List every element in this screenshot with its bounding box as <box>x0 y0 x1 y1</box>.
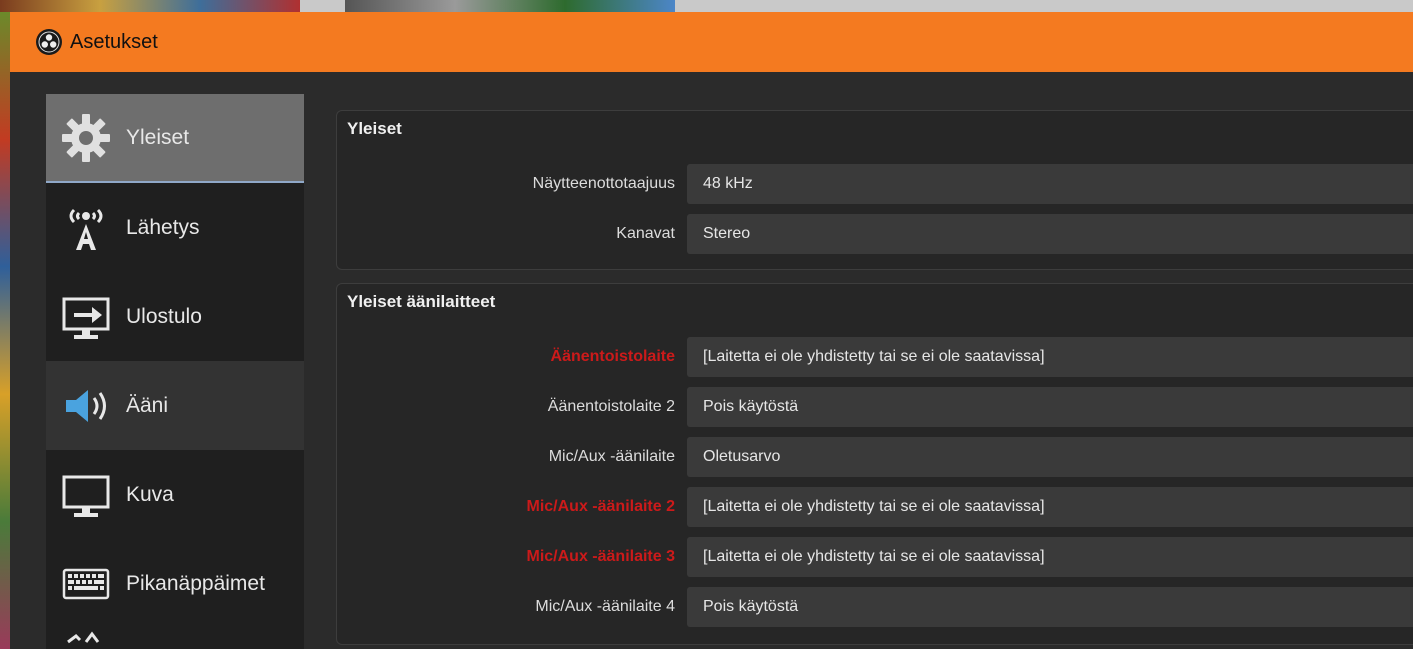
row-label: Mic/Aux -äänilaite 2 <box>526 498 676 515</box>
sidebar-item-label: Pikanäppäimet <box>126 571 265 595</box>
row-label: Mic/Aux -äänilaite 4 <box>535 598 675 615</box>
sidebar-item-hotkeys[interactable]: Pikanäppäimet <box>46 539 304 628</box>
sidebar-item-audio[interactable]: Ääni <box>46 361 304 450</box>
advanced-icon <box>54 628 118 649</box>
monitor-icon <box>54 467 118 523</box>
title-bar[interactable]: Asetukset <box>10 12 1413 72</box>
obs-app-icon <box>36 29 62 55</box>
mic-aux-3-select[interactable]: [Laitetta ei ole yhdistetty tai se ei ol… <box>687 537 1413 577</box>
row-label: Äänentoistolaite 2 <box>547 398 675 415</box>
desktop-audio-select[interactable]: [Laitetta ei ole yhdistetty tai se ei ol… <box>687 337 1413 377</box>
sidebar-item-label: Lähetys <box>126 215 200 239</box>
desktop-audio-2-select[interactable]: Pois käytöstä <box>687 387 1413 427</box>
channels-select[interactable]: Stereo <box>687 214 1413 254</box>
mic-aux-3-row: Mic/Aux -äänilaite 3 [Laitetta ei ole yh… <box>337 537 1413 577</box>
global-audio-devices-group: Yleiset äänilaitteet Äänentoistolaite [L… <box>336 283 1413 645</box>
desktop-audio-2-row: Äänentoistolaite 2 Pois käytöstä <box>337 387 1413 427</box>
window-title: Asetukset <box>70 30 158 53</box>
desktop-audio-row: Äänentoistolaite [Laitetta ei ole yhdist… <box>337 337 1413 377</box>
sample-rate-select[interactable]: 48 kHz <box>687 164 1413 204</box>
mic-aux-4-select[interactable]: Pois käytöstä <box>687 587 1413 627</box>
group-title: Yleiset <box>347 119 402 138</box>
mic-aux-2-select[interactable]: [Laitetta ei ole yhdistetty tai se ei ol… <box>687 487 1413 527</box>
sidebar-item-stream[interactable]: Lähetys <box>46 183 304 272</box>
broadcast-antenna-icon <box>54 200 118 256</box>
desktop-thumbnail <box>345 0 675 12</box>
sidebar-item-general[interactable]: Yleiset <box>46 94 304 183</box>
sample-rate-row: Näytteenottotaajuus 48 kHz <box>337 164 1413 204</box>
sidebar-item-label: Ääni <box>126 393 169 417</box>
mic-aux-row: Mic/Aux -äänilaite Oletusarvo <box>337 437 1413 477</box>
row-label: Näytteenottotaajuus <box>532 175 675 192</box>
group-title: Yleiset äänilaitteet <box>347 292 496 311</box>
channels-row: Kanavat Stereo <box>337 214 1413 254</box>
speaker-icon <box>54 378 118 434</box>
sidebar-item-label: Kuva <box>126 482 174 506</box>
mic-aux-select[interactable]: Oletusarvo <box>687 437 1413 477</box>
row-label: Äänentoistolaite <box>550 348 675 365</box>
desktop-background-strip <box>0 0 1413 12</box>
gear-icon <box>54 110 118 166</box>
sidebar-item-video[interactable]: Kuva <box>46 450 304 539</box>
sidebar-item-partial[interactable] <box>46 628 304 649</box>
row-label: Mic/Aux -äänilaite <box>548 448 675 465</box>
general-group: Yleiset Näytteenottotaajuus 48 kHz Kanav… <box>336 110 1413 270</box>
settings-window: Asetukset Yleiset Lähetys Ulostulo Ääni … <box>10 12 1413 649</box>
settings-sidebar: Yleiset Lähetys Ulostulo Ääni Kuva Pikan… <box>46 94 304 649</box>
keyboard-icon <box>54 556 118 612</box>
row-label: Kanavat <box>616 225 675 242</box>
row-label: Mic/Aux -äänilaite 3 <box>526 548 676 565</box>
desktop-edge <box>0 12 10 649</box>
sidebar-item-label: Yleiset <box>126 125 190 149</box>
output-monitor-icon <box>54 289 118 345</box>
desktop-thumbnail <box>0 0 300 12</box>
mic-aux-2-row: Mic/Aux -äänilaite 2 [Laitetta ei ole yh… <box>337 487 1413 527</box>
mic-aux-4-row: Mic/Aux -äänilaite 4 Pois käytöstä <box>337 587 1413 627</box>
sidebar-item-output[interactable]: Ulostulo <box>46 272 304 361</box>
sidebar-item-label: Ulostulo <box>126 304 202 328</box>
